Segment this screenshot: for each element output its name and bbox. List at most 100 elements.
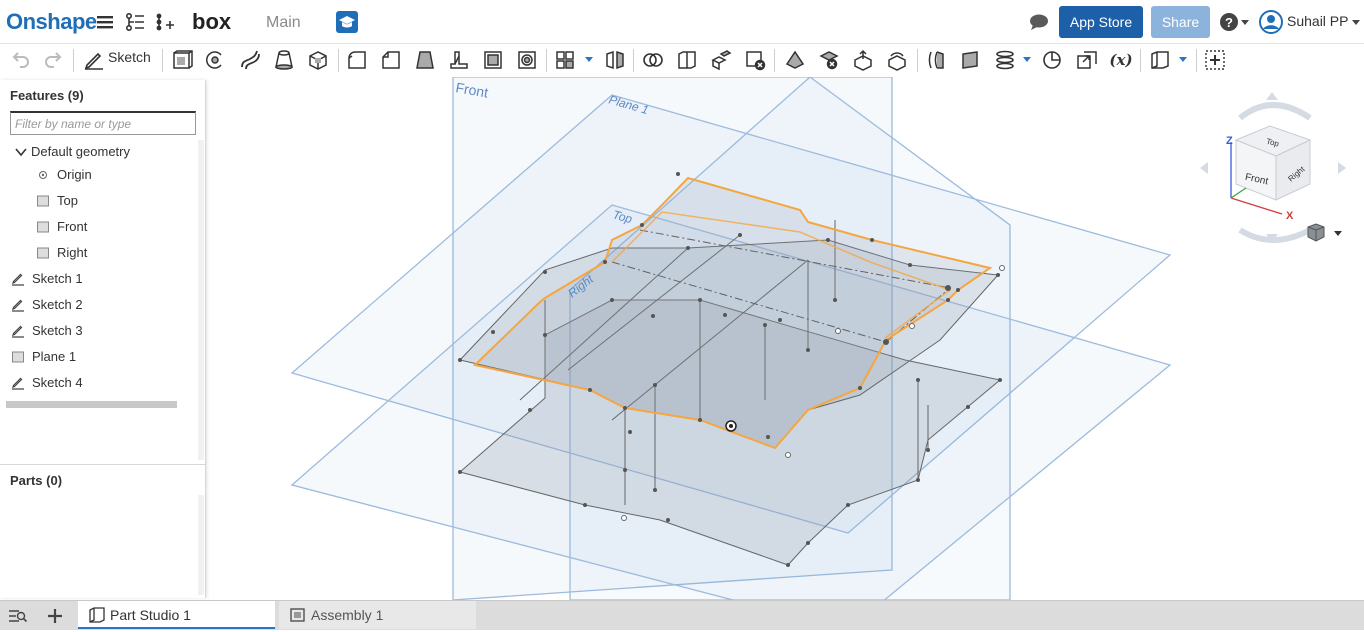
document-title[interactable]: box	[192, 9, 231, 35]
divider	[0, 464, 206, 465]
parts-title: Parts (0)	[10, 473, 63, 488]
sketch-icon	[12, 299, 24, 312]
feature-list-panel: Features (9) Default geometry Origin Top…	[0, 80, 206, 598]
comments-icon[interactable]	[1028, 12, 1050, 32]
feature-filter-input[interactable]	[10, 111, 196, 135]
tree-item-front[interactable]: Front	[36, 216, 196, 238]
fillet-icon[interactable]	[345, 48, 369, 72]
variable-icon[interactable]: (x)	[1109, 48, 1133, 72]
extrude-icon[interactable]	[170, 48, 194, 72]
plane-icon	[12, 351, 24, 363]
mirror-icon[interactable]	[603, 48, 627, 72]
modify-fillet-icon[interactable]	[783, 48, 807, 72]
add-custom-feature-icon[interactable]	[1203, 48, 1227, 72]
onshape-logo[interactable]: Onshape	[6, 9, 97, 35]
chevron-down-icon[interactable]	[14, 145, 28, 159]
features-title: Features (9)	[10, 88, 84, 103]
plane-icon	[37, 221, 49, 233]
origin-icon	[39, 171, 47, 179]
tree-item-label: Right	[57, 245, 88, 260]
redo-icon[interactable]	[42, 48, 66, 72]
feature-list-scrollbar[interactable]	[198, 140, 204, 460]
chevron-down-icon	[1352, 20, 1360, 25]
feature-toolbar: Sketch (x)	[0, 44, 1364, 77]
tree-item-right[interactable]: Right	[36, 242, 196, 264]
thicken-icon[interactable]	[306, 48, 330, 72]
tree-item-sketch-2[interactable]: Sketch 2	[11, 294, 196, 316]
sketch-icon	[12, 325, 24, 338]
help-menu[interactable]: ?	[1219, 11, 1253, 33]
tree-item-top[interactable]: Top	[36, 190, 196, 212]
revolve-icon[interactable]	[203, 48, 227, 72]
rib-icon[interactable]	[447, 48, 471, 72]
hole-icon[interactable]	[515, 48, 539, 72]
tree-item-label: Origin	[57, 167, 92, 182]
tab-assembly-1[interactable]: Assembly 1	[279, 601, 476, 629]
chevron-down-icon[interactable]	[584, 54, 594, 64]
helix-icon[interactable]	[993, 48, 1017, 72]
draft-icon[interactable]	[413, 48, 437, 72]
parts-list-scrollbar[interactable]	[198, 495, 204, 595]
transform-icon[interactable]	[709, 48, 733, 72]
delete-face-icon[interactable]	[817, 48, 841, 72]
sweep-icon[interactable]	[238, 48, 262, 72]
plane-icon	[37, 195, 49, 207]
tree-item-origin[interactable]: Origin	[36, 164, 196, 186]
tree-item-label: Sketch 4	[32, 375, 83, 390]
chevron-down-icon[interactable]	[1178, 54, 1188, 64]
svg-text:?: ?	[1225, 15, 1233, 30]
boolean-icon[interactable]	[641, 48, 665, 72]
learning-center-icon[interactable]	[336, 11, 358, 33]
share-button[interactable]: Share	[1151, 6, 1210, 38]
tab-manager-icon[interactable]	[6, 605, 28, 627]
tree-item-sketch-1[interactable]: Sketch 1	[11, 268, 196, 290]
tab-part-studio-1[interactable]: Part Studio 1	[78, 601, 275, 629]
feature-studio-icon[interactable]	[1148, 48, 1172, 72]
replace-face-icon[interactable]	[885, 48, 909, 72]
tree-item-label: Default geometry	[31, 144, 130, 159]
derived-icon[interactable]	[1075, 48, 1099, 72]
tree-item-sketch-4[interactable]: Sketch 4	[11, 372, 196, 394]
view-options-menu[interactable]	[1306, 222, 1342, 244]
sketch-icon	[12, 273, 24, 286]
tree-item-sketch-3[interactable]: Sketch 3	[11, 320, 196, 342]
add-tab-icon[interactable]	[44, 605, 66, 627]
tree-item-label: Front	[57, 219, 88, 234]
menu-icon[interactable]	[94, 11, 116, 33]
chevron-down-icon[interactable]	[1022, 54, 1032, 64]
svg-text:(x): (x)	[1109, 51, 1132, 69]
tree-item-label: Sketch 1	[32, 271, 83, 286]
version-graph-icon[interactable]	[124, 11, 146, 33]
assembly-icon	[290, 608, 305, 622]
sketch-icon[interactable]	[82, 48, 106, 72]
tab-label: Part Studio 1	[110, 607, 191, 623]
pattern-icon[interactable]	[553, 48, 577, 72]
tree-item-label: Plane 1	[32, 349, 77, 364]
insert-icon[interactable]	[154, 11, 176, 33]
user-menu[interactable]: Suhail PP	[1259, 8, 1364, 36]
avatar	[1259, 10, 1283, 34]
plane-tool-icon[interactable]	[959, 48, 983, 72]
delete-part-icon[interactable]	[743, 48, 767, 72]
sketch-button[interactable]: Sketch	[108, 49, 151, 65]
axis-z-label: Z	[1226, 135, 1233, 147]
tree-item-plane-1[interactable]: Plane 1	[11, 346, 196, 368]
mate-connector-icon[interactable]	[1040, 48, 1064, 72]
sketch-icon	[12, 377, 24, 390]
split-icon[interactable]	[675, 48, 699, 72]
tree-item-default-geometry[interactable]: Default geometry	[14, 141, 194, 163]
offset-surface-icon[interactable]	[925, 48, 949, 72]
app-store-button[interactable]: App Store	[1059, 6, 1143, 38]
top-bar: Onshape box Main App Store Share ? Suhai…	[0, 0, 1364, 44]
feature-list-hscrollbar[interactable]	[6, 401, 177, 408]
loft-icon[interactable]	[272, 48, 296, 72]
chamfer-icon[interactable]	[379, 48, 403, 72]
user-name: Suhail PP	[1287, 13, 1349, 29]
workspace-label[interactable]: Main	[266, 14, 301, 32]
move-face-icon[interactable]	[851, 48, 875, 72]
shell-icon[interactable]	[481, 48, 505, 72]
undo-icon[interactable]	[8, 48, 32, 72]
tab-bar: Part Studio 1 Assembly 1	[0, 600, 1364, 630]
tree-item-label: Sketch 3	[32, 323, 83, 338]
tab-label: Assembly 1	[311, 607, 384, 623]
